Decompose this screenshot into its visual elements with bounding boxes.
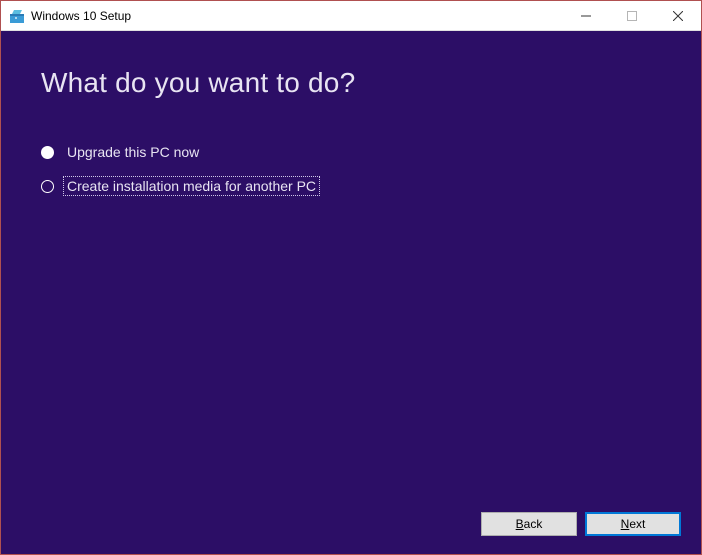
option-label: Upgrade this PC now [64, 143, 202, 161]
close-button[interactable] [655, 1, 701, 31]
radio-icon [41, 146, 54, 159]
options-group: Upgrade this PC now Create installation … [41, 137, 661, 205]
content-area: What do you want to do? Upgrade this PC … [1, 31, 701, 512]
minimize-button[interactable] [563, 1, 609, 31]
page-heading: What do you want to do? [41, 67, 661, 99]
back-button[interactable]: Back [481, 512, 577, 536]
next-label: Next [621, 517, 646, 531]
titlebar: Windows 10 Setup [1, 1, 701, 31]
radio-icon [41, 180, 54, 193]
option-create-media[interactable]: Create installation media for another PC [41, 171, 661, 201]
setup-window: Windows 10 Setup What do you want to do?… [0, 0, 702, 555]
window-title: Windows 10 Setup [31, 9, 131, 23]
app-icon [9, 8, 25, 24]
next-button[interactable]: Next [585, 512, 681, 536]
footer: Back Next [1, 512, 701, 554]
option-label: Create installation media for another PC [64, 177, 319, 195]
option-upgrade-now[interactable]: Upgrade this PC now [41, 137, 661, 167]
maximize-button [609, 1, 655, 31]
back-label: Back [516, 517, 543, 531]
